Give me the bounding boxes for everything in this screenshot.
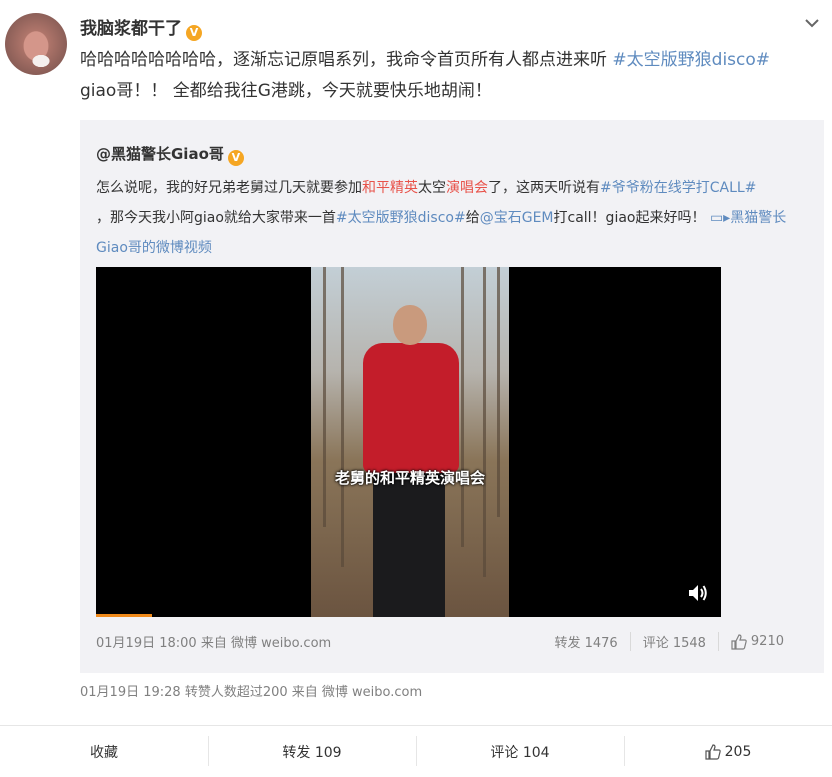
post-text-part: giao哥！！ 全都给我往G港跳，今天就要快乐地胡闹！ <box>80 81 492 101</box>
like-count: 9210 <box>750 634 784 649</box>
thumbs-up-icon <box>731 633 747 650</box>
text-fragment: 打call！giao起来好吗！ <box>553 210 706 226</box>
repost-count-button[interactable]: 转发 1476 <box>542 632 629 651</box>
post-meta: 01月19日 19:28 转赞人数超过200 来自 微博 weibo.com <box>80 685 423 700</box>
video-progress-bar[interactable] <box>96 614 153 617</box>
verified-badge-icon: V <box>186 25 202 41</box>
comment-button[interactable]: 评论 104 <box>416 726 624 777</box>
topic-link[interactable]: #太空版野狼disco# <box>336 210 466 226</box>
text-fragment: 给 <box>465 210 480 226</box>
post-text-part: 哈哈哈哈哈哈哈哈，逐渐忘记原唱系列，我命令首页所有人都点进来听 <box>80 50 613 70</box>
text-fragment: 太空 <box>418 180 446 196</box>
video-link-icon: ▭▸ <box>709 210 731 226</box>
favorite-button[interactable]: 收藏 <box>0 726 208 777</box>
topic-link[interactable]: #爷爷粉在线学打CALL# <box>600 180 756 196</box>
action-bar: 收藏 转发 109 评论 104 205 <box>0 725 832 777</box>
like-label: 205 <box>724 743 752 760</box>
mention-link[interactable]: @宝石GEM <box>480 210 554 226</box>
repost-card: @黑猫警长Giao哥 V 怎么说呢，我的好兄弟老舅过几天就要参加和平精英太空演唱会… <box>80 120 824 673</box>
repost-author-name[interactable]: @黑猫警长Giao哥 <box>96 145 224 163</box>
repost-button[interactable]: 转发 109 <box>208 726 416 777</box>
highlight-keyword: 演唱会 <box>446 180 488 196</box>
chevron-down-icon[interactable] <box>803 14 821 32</box>
repost-text: 怎么说呢，我的好兄弟老舅过几天就要参加和平精英太空演唱会了，这两天听说有#爷爷粉… <box>96 173 812 263</box>
post-text: 哈哈哈哈哈哈哈哈，逐渐忘记原唱系列，我命令首页所有人都点进来听 #太空版野狼di… <box>80 45 820 107</box>
repost-meta: 01月19日 18:00 来自 微博 weibo.com <box>96 636 332 651</box>
avatar[interactable] <box>5 13 67 75</box>
text-fragment: ，那今天我小阿giao就给大家带来一首 <box>96 210 336 226</box>
like-button[interactable]: 9210 <box>717 632 796 651</box>
volume-icon[interactable] <box>687 583 709 603</box>
video-frame: 老舅的和平精英演唱会 <box>311 267 509 617</box>
video-subtitle: 老舅的和平精英演唱会 <box>334 469 485 487</box>
video-player[interactable]: 老舅的和平精英演唱会 <box>96 267 721 617</box>
thumbs-up-icon <box>705 743 721 760</box>
like-button[interactable]: 205 <box>624 726 832 777</box>
repost-label: 转发 109 <box>282 744 342 761</box>
comment-count-button[interactable]: 评论 1548 <box>629 632 718 651</box>
highlight-keyword: 和平精英 <box>362 180 418 196</box>
author-name[interactable]: 我脑浆都干了 <box>80 19 182 39</box>
verified-badge-icon: V <box>227 150 244 166</box>
comment-label: 评论 104 <box>490 744 550 761</box>
text-fragment: 怎么说呢，我的好兄弟老舅过几天就要参加 <box>96 180 362 196</box>
favorite-label: 收藏 <box>90 744 118 761</box>
text-fragment: 了，这两天听说有 <box>488 180 600 196</box>
topic-link[interactable]: #太空版野狼disco# <box>612 50 770 70</box>
